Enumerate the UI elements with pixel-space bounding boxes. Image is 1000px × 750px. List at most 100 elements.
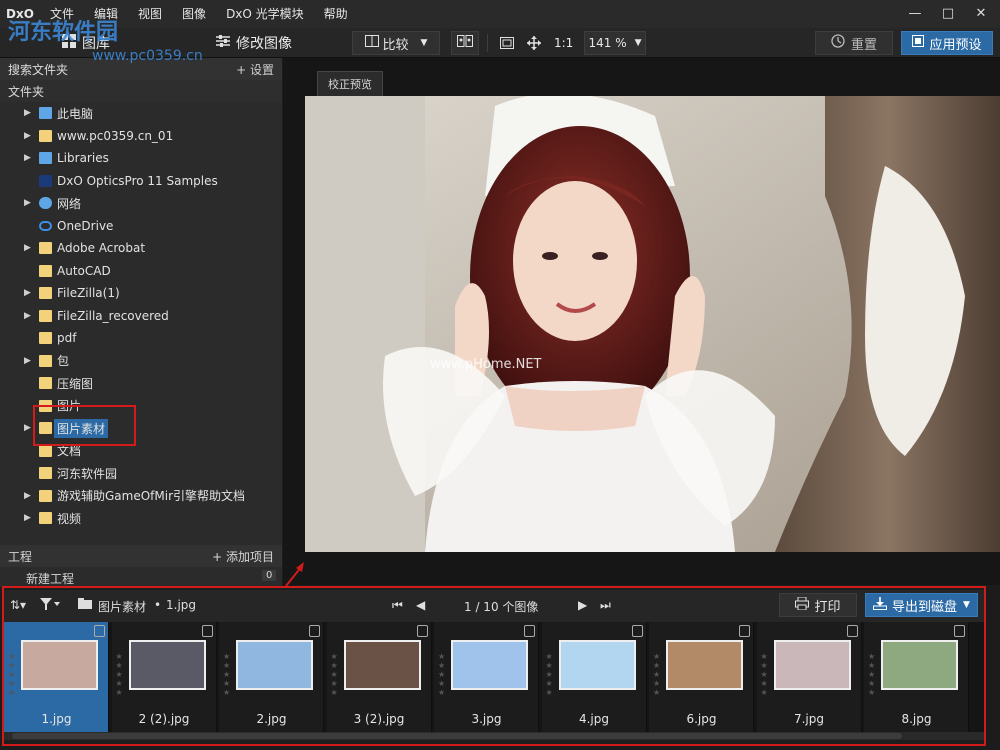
folder-tree-item[interactable]: 压缩图: [0, 372, 282, 395]
rating-stars-icon[interactable]: ★ ★ ★ ★ ★: [546, 652, 553, 697]
compare-button[interactable]: 比较 ▼: [352, 31, 440, 55]
folder-tree-label: FileZilla(1): [57, 286, 120, 301]
folders-header: 文件夹: [0, 80, 282, 102]
customize-label: 修改图像: [236, 36, 292, 52]
rating-stars-icon[interactable]: ★ ★ ★ ★ ★: [116, 652, 123, 697]
apply-preset-label: 应用预设: [929, 37, 982, 53]
search-folders-label[interactable]: 搜索文件夹: [8, 61, 68, 78]
folder-tree-item[interactable]: AutoCAD: [0, 260, 282, 283]
folder-tree-item[interactable]: ▶ 网络: [0, 192, 282, 215]
rating-stars-icon[interactable]: ★ ★ ★ ★ ★: [653, 652, 660, 697]
folder-tree-item[interactable]: 河东软件园: [0, 462, 282, 485]
expand-arrow-icon[interactable]: ▶: [24, 198, 31, 208]
zoom-select[interactable]: 141 % ▼: [584, 31, 646, 55]
thumbnail-image: [21, 640, 98, 690]
reset-button[interactable]: 重置: [815, 31, 893, 55]
close-button[interactable]: ✕: [966, 0, 996, 28]
preset-icon: [912, 35, 925, 51]
minimize-button[interactable]: —: [900, 0, 930, 28]
thumbnail-item[interactable]: ★ ★ ★ ★ ★ 7.jpg: [756, 622, 862, 732]
folder-tree-item[interactable]: ▶ Libraries: [0, 147, 282, 170]
folder-tree-label: 河东软件园: [57, 466, 118, 481]
thumbnail-item[interactable]: ★ ★ ★ ★ ★ 2 (2).jpg: [111, 622, 217, 732]
thumbnail-image: [343, 640, 421, 690]
folder-tree-item[interactable]: ▶ Adobe Acrobat: [0, 237, 282, 260]
maximize-button[interactable]: □: [933, 0, 963, 28]
thumbnail-item[interactable]: ★ ★ ★ ★ ★ 1.jpg: [4, 622, 109, 732]
folder-tree-item[interactable]: OneDrive: [0, 215, 282, 238]
add-item-link[interactable]: + 添加项目: [212, 548, 274, 565]
folder-tree-item[interactable]: ▶ FileZilla_recovered: [0, 305, 282, 328]
thumbnail-caption: 1.jpg: [41, 712, 72, 726]
thumbnail-caption: 4.jpg: [578, 712, 610, 726]
print-button[interactable]: 打印: [779, 593, 857, 617]
corrected-preview-tab[interactable]: 校正预览: [317, 71, 383, 97]
rating-stars-icon[interactable]: ★ ★ ★ ★ ★: [331, 652, 338, 697]
thumbnail-item[interactable]: ★ ★ ★ ★ ★ 6.jpg: [649, 622, 754, 732]
folder-tree-item[interactable]: DxO OpticsPro 11 Samples: [0, 170, 282, 193]
rating-stars-icon[interactable]: ★ ★ ★ ★ ★: [868, 652, 875, 697]
expand-arrow-icon[interactable]: ▶: [24, 288, 31, 298]
thumbnail-item[interactable]: ★ ★ ★ ★ ★ 8.jpg: [864, 622, 969, 732]
filmstrip-scrollbar[interactable]: [4, 732, 984, 740]
annotation-highlight-box: [33, 405, 136, 446]
menu-image[interactable]: 图像: [172, 0, 216, 28]
rating-stars-icon[interactable]: ★ ★ ★ ★ ★: [438, 652, 445, 697]
folder-tree-label: 视频: [57, 511, 82, 526]
folder-tree-item[interactable]: ▶ 视频: [0, 507, 282, 530]
sliders-icon: [216, 34, 230, 52]
first-image-icon[interactable]: ⏮: [392, 598, 403, 613]
apply-preset-button[interactable]: 应用预设: [901, 31, 993, 55]
thumbnail-item[interactable]: ★ ★ ★ ★ ★ 3 (2).jpg: [326, 622, 432, 732]
expand-arrow-icon[interactable]: ▶: [24, 311, 31, 321]
thumbnail-item[interactable]: ★ ★ ★ ★ ★ 3.jpg: [434, 622, 539, 732]
chevron-down-icon[interactable]: ▼: [421, 38, 428, 48]
filter-icon[interactable]: [40, 598, 60, 613]
settings-link[interactable]: + 设置: [236, 61, 274, 78]
expand-arrow-icon[interactable]: ▶: [24, 423, 31, 433]
print-label: 打印: [814, 599, 841, 615]
folder-tree-item[interactable]: ▶ 包: [0, 350, 282, 373]
chevron-down-icon[interactable]: ▼: [963, 600, 970, 610]
folder-tree-item[interactable]: ▶ www.pc0359.cn_01: [0, 125, 282, 148]
preset-badge-icon: [739, 625, 750, 637]
sort-icon[interactable]: ⇅▾: [10, 598, 26, 612]
expand-arrow-icon[interactable]: ▶: [24, 153, 31, 163]
folder-tree-item[interactable]: pdf: [0, 327, 282, 350]
thumbnail-item[interactable]: ★ ★ ★ ★ ★ 4.jpg: [541, 622, 647, 732]
project-row[interactable]: 新建工程 0: [0, 567, 282, 587]
thumbnail-caption: 2 (2).jpg: [138, 712, 190, 726]
expand-arrow-icon[interactable]: ▶: [24, 491, 31, 501]
expand-arrow-icon[interactable]: ▶: [24, 243, 31, 253]
expand-arrow-icon[interactable]: ▶: [24, 131, 31, 141]
menu-help[interactable]: 帮助: [314, 0, 358, 28]
folder-tree-item[interactable]: ▶ FileZilla(1): [0, 282, 282, 305]
rating-stars-icon[interactable]: ★ ★ ★ ★ ★: [223, 652, 230, 697]
customize-tab[interactable]: 修改图像: [216, 31, 292, 55]
thumbnail-item[interactable]: ★ ★ ★ ★ ★ 2.jpg: [219, 622, 324, 732]
next-image-icon[interactable]: ▶: [578, 598, 587, 612]
menu-optics-modules[interactable]: DxO 光学模块: [216, 0, 314, 28]
preset-badge-icon: [201, 625, 213, 637]
one-to-one-button[interactable]: 1:1: [554, 31, 573, 55]
folder-icon: [39, 444, 52, 457]
expand-arrow-icon[interactable]: ▶: [24, 513, 31, 523]
thumbnail-image: [451, 640, 528, 690]
side-by-side-button[interactable]: [451, 31, 479, 55]
expand-arrow-icon[interactable]: ▶: [24, 108, 31, 118]
folder-tree-item[interactable]: ▶ 此电脑: [0, 102, 282, 125]
folder-tree-item[interactable]: ▶ 游戏辅助GameOfMir引擎帮助文档: [0, 485, 282, 508]
fit-screen-icon[interactable]: [500, 31, 514, 55]
main-photo[interactable]: [305, 96, 1000, 552]
move-icon[interactable]: [527, 31, 541, 55]
export-to-disk-button[interactable]: 导出到磁盘 ▼: [865, 593, 978, 617]
previous-image-icon[interactable]: ◀: [416, 598, 425, 612]
last-image-icon[interactable]: ⏭: [600, 598, 611, 613]
expand-arrow-icon[interactable]: ▶: [24, 356, 31, 366]
thumbnail-image: [881, 640, 958, 690]
rating-stars-icon[interactable]: ★ ★ ★ ★ ★: [761, 652, 768, 697]
menu-view[interactable]: 视图: [128, 0, 172, 28]
preset-badge-icon: [846, 625, 858, 637]
folder-tree-label: AutoCAD: [57, 263, 111, 278]
rating-stars-icon[interactable]: ★ ★ ★ ★ ★: [8, 652, 15, 697]
